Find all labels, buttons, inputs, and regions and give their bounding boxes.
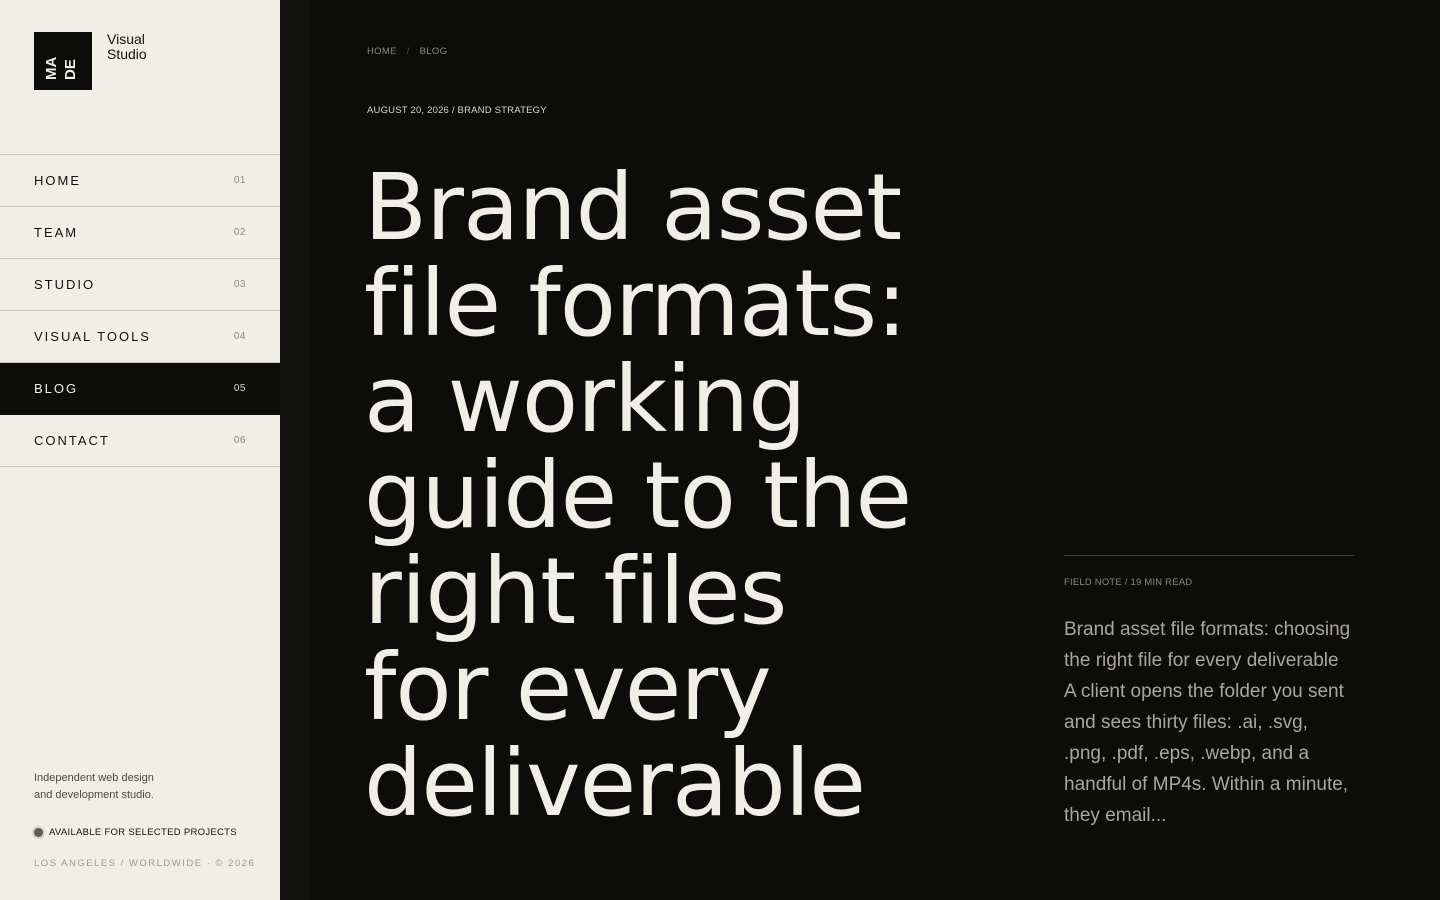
headline-line: right files — [364, 538, 787, 645]
nav-item-contact[interactable]: CONTACT 06 — [0, 415, 280, 467]
article-excerpt: Brand asset file formats: choosing the r… — [1064, 619, 1351, 826]
breadcrumb-current: BLOG — [419, 46, 448, 57]
nav-item-studio[interactable]: STUDIO 03 — [0, 259, 280, 311]
main-nav: HOME 01 TEAM 02 STUDIO 03 VISUAL TOOLS 0… — [0, 154, 280, 467]
article-headline: Brand asset file formats: a working guid… — [364, 160, 984, 832]
nav-item-label: HOME — [34, 173, 81, 188]
location-copyright: LOS ANGELES / WORLDWIDE · © 2026 — [34, 858, 256, 869]
nav-item-visual-tools[interactable]: VISUAL TOOLS 04 — [0, 311, 280, 363]
breadcrumb-separator: / — [406, 46, 410, 57]
nav-item-label: BLOG — [34, 381, 79, 396]
nav-item-label: VISUAL TOOLS — [34, 329, 151, 344]
brand-name-line1: Visual — [107, 31, 145, 47]
nav-item-number: 01 — [233, 175, 246, 186]
nav-item-label: STUDIO — [34, 277, 96, 292]
article-meta: AUGUST 20, 2026 / BRAND STRATEGY — [367, 105, 547, 116]
breadcrumb: HOME / BLOG — [367, 46, 447, 57]
nav-item-number: 04 — [233, 331, 246, 342]
nav-item-label: TEAM — [34, 225, 79, 240]
headline-line: file formats: — [364, 250, 907, 357]
nav-item-blog[interactable]: BLOG 05 — [0, 363, 280, 415]
availability-status: AVAILABLE FOR SELECTED PROJECTS — [34, 827, 237, 838]
studio-logo[interactable]: MA DE — [34, 32, 92, 90]
nav-item-number: 03 — [233, 279, 246, 290]
headline-line: guide to the — [364, 442, 912, 549]
main-edge-divider — [280, 0, 310, 900]
logo-letters-bottom: DE — [62, 59, 79, 80]
brand-name: Visual Studio — [107, 32, 147, 62]
brand-name-line2: Studio — [107, 46, 147, 62]
tagline-line2: and development studio. — [34, 789, 154, 801]
availability-text: AVAILABLE FOR SELECTED PROJECTS — [49, 827, 237, 838]
nav-item-number: 06 — [233, 435, 246, 446]
studio-tagline: Independent web design and development s… — [34, 770, 234, 804]
breadcrumb-home-link[interactable]: HOME — [367, 46, 397, 57]
headline-line: for every — [364, 634, 772, 741]
headline-line: a working — [364, 346, 807, 453]
nav-item-home[interactable]: HOME 01 — [0, 155, 280, 207]
nav-item-number: 05 — [233, 383, 246, 394]
sidebar: MA DE Visual Studio HOME 01 TEAM 02 STUD… — [0, 0, 280, 900]
tagline-line1: Independent web design — [34, 772, 154, 784]
headline-line: deliverable — [364, 730, 866, 837]
status-dot-icon — [34, 828, 43, 837]
logo-letters-top: MA — [43, 56, 60, 80]
nav-item-label: CONTACT — [34, 433, 110, 448]
logo-mark: MA DE — [42, 36, 90, 84]
nav-item-team[interactable]: TEAM 02 — [0, 207, 280, 259]
nav-item-number: 02 — [233, 227, 246, 238]
headline-line: Brand asset — [364, 154, 902, 261]
aside-divider — [1064, 555, 1354, 556]
article-kicker: FIELD NOTE / 19 MIN READ — [1064, 577, 1193, 588]
